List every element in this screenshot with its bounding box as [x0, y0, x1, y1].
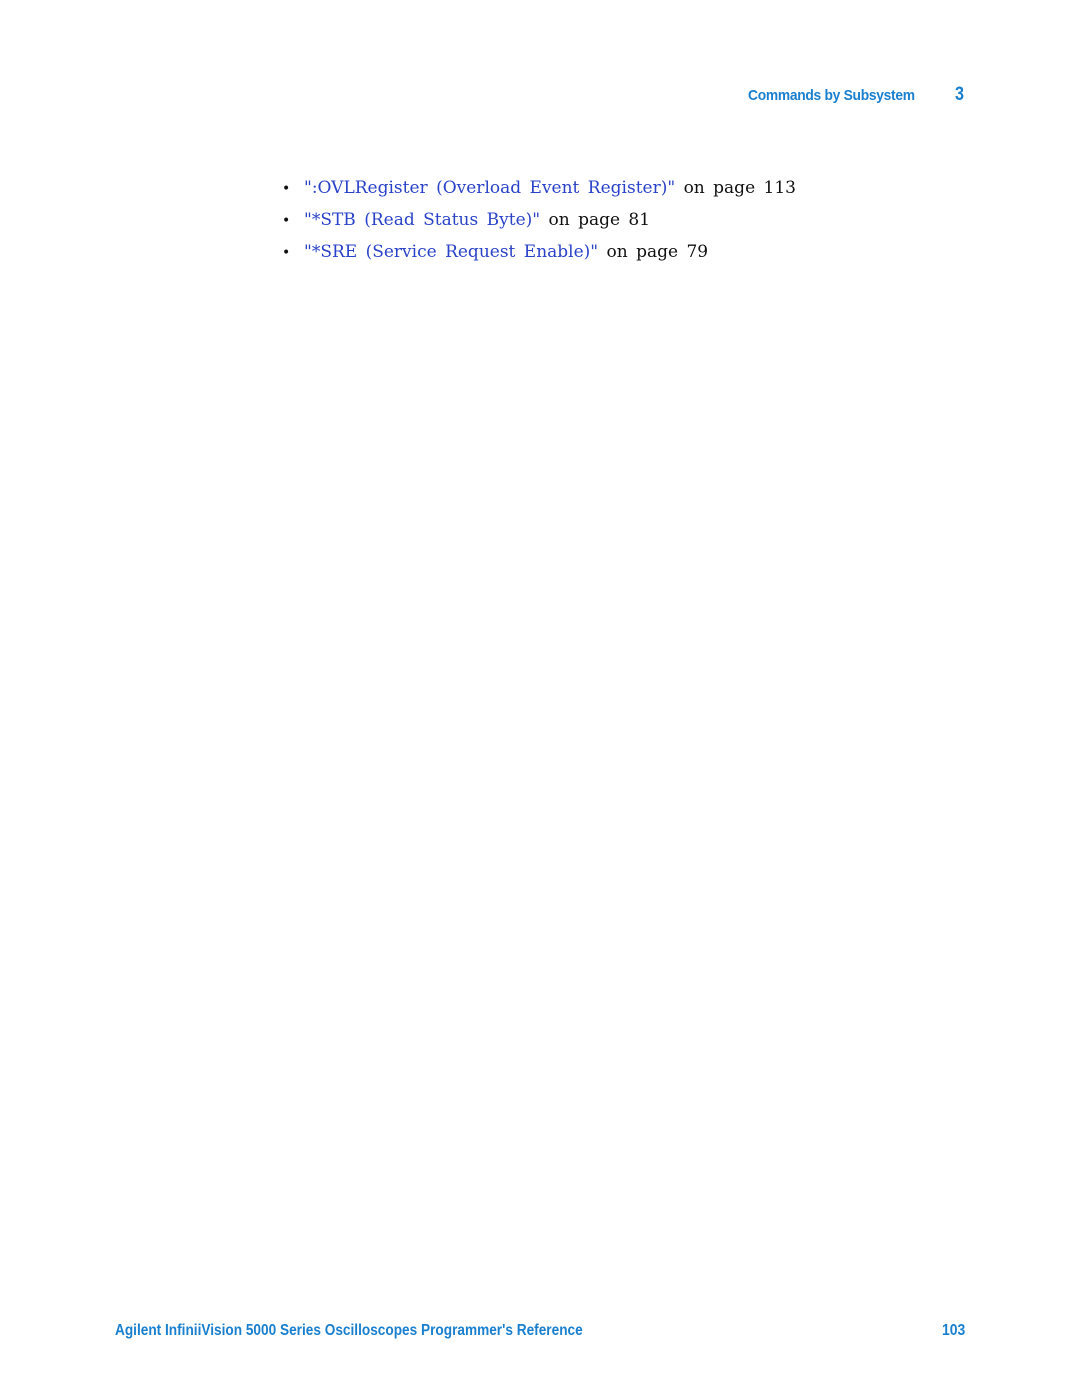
ovlregister-link[interactable]: ":OVLRegister (Overload Event Register)" — [304, 178, 675, 198]
page-reference: on page 79 — [598, 242, 709, 262]
bullet-icon: • — [282, 181, 291, 197]
chapter-number: 3 — [955, 84, 964, 105]
footer-page-number: 103 — [942, 1322, 966, 1339]
sre-link[interactable]: "*SRE (Service Request Enable)" — [304, 242, 598, 262]
list-item: • ":OVLRegister (Overload Event Register)… — [282, 172, 796, 204]
list-item: • "*STB (Read Status Byte)" on page 81 — [282, 204, 796, 236]
stb-link[interactable]: "*STB (Read Status Byte)" — [304, 210, 540, 230]
bullet-icon: • — [282, 213, 291, 229]
cross-reference-list: • ":OVLRegister (Overload Event Register)… — [282, 172, 796, 268]
running-header: Commands by Subsystem 3 — [0, 84, 1080, 108]
footer-document-title: Agilent InfiniiVision 5000 Series Oscill… — [115, 1322, 583, 1339]
list-item: • "*SRE (Service Request Enable)" on page… — [282, 236, 796, 268]
page-reference: on page 113 — [675, 178, 796, 198]
bullet-icon: • — [282, 245, 291, 261]
section-title: Commands by Subsystem — [748, 87, 915, 104]
page-reference: on page 81 — [540, 210, 651, 230]
